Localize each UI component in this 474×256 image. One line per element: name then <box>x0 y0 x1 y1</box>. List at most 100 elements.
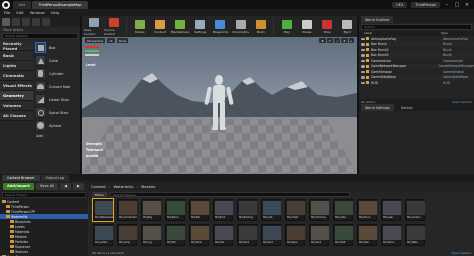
shape-cylinder[interactable]: Cylinder <box>35 67 80 80</box>
geometry-mode-icon[interactable] <box>42 17 50 26</box>
content-view-options[interactable]: View Options <box>451 251 471 255</box>
category-geometry[interactable]: Geometry <box>0 91 33 101</box>
shape-sphere[interactable]: Sphere <box>35 119 80 132</box>
visibility-eye-icon[interactable] <box>361 70 365 73</box>
asset-tile[interactable]: SM_Building <box>237 199 257 221</box>
category-visual-effects[interactable]: Visual Effects <box>0 81 33 91</box>
shape-add[interactable]: Add <box>35 132 80 140</box>
visibility-eye-icon[interactable] <box>361 65 365 68</box>
crumb-watermills[interactable]: Watermills <box>113 184 133 189</box>
shape-linear-stair[interactable]: Linear Stair <box>35 93 80 106</box>
tab-level[interactable]: ThirdPersonExampleMap <box>32 0 88 9</box>
category-cinematic[interactable]: Cinematic <box>0 71 33 81</box>
visibility-eye-icon[interactable] <box>361 76 365 79</box>
visibility-eye-icon[interactable] <box>361 43 365 46</box>
foliage-mode-icon[interactable] <box>32 17 40 26</box>
crumb-meshes[interactable]: Meshes <box>141 184 155 189</box>
asset-tile[interactable]: SM_Bell <box>189 199 209 221</box>
asset-tile[interactable]: SM_Lamp <box>117 224 137 246</box>
category-lights[interactable]: Lights <box>0 61 33 71</box>
asset-tile[interactable]: SM_Sack <box>309 224 329 246</box>
settings-button[interactable]: Settings <box>191 16 210 37</box>
tab-details[interactable]: Details <box>397 106 417 110</box>
col-type[interactable]: Type <box>441 31 448 36</box>
rotate-icon[interactable]: ⟳ <box>326 38 333 43</box>
asset-tile[interactable]: SM_Rope <box>285 224 305 246</box>
shape-cone[interactable]: Cone <box>35 54 80 67</box>
visibility-eye-icon[interactable] <box>361 54 365 57</box>
translate-icon[interactable]: ✥ <box>319 38 326 43</box>
shape-curved-stair[interactable]: Curved Stair <box>35 80 80 93</box>
save-all-button[interactable]: Save All <box>35 182 59 190</box>
close-icon[interactable]: × <box>464 2 470 8</box>
asset-tile[interactable]: SM_Chest <box>285 199 305 221</box>
shape-spiral-stair[interactable]: Spiral Stair <box>35 106 80 119</box>
source-control-button[interactable]: Source Control <box>104 16 123 37</box>
place-mode-icon[interactable] <box>2 17 10 26</box>
asset-tile[interactable]: SM_Chimney <box>309 199 329 221</box>
folder-search-input[interactable]: Search Folders <box>2 192 86 198</box>
tab-world-outliner[interactable]: World Outliner <box>361 16 394 23</box>
save-current-button[interactable]: Save Current <box>84 16 103 37</box>
pause-button[interactable]: Pause <box>297 16 316 37</box>
asset-tile[interactable]: SM_Table <box>405 224 425 246</box>
outliner-row[interactable]: AtmosphericFog AtmosphericFog <box>359 36 474 42</box>
asset-tile[interactable]: SM_Ladder <box>93 224 113 246</box>
landscape-mode-icon[interactable] <box>22 17 30 26</box>
asset-tile[interactable]: SM_Mill <box>165 224 185 246</box>
asset-search-input[interactable]: Search Meshes <box>110 192 350 197</box>
tab-world-settings[interactable]: World Settings <box>361 104 394 111</box>
outliner-row[interactable]: GameSession GameSession <box>359 69 474 75</box>
forward-icon[interactable]: ▶ <box>73 182 84 190</box>
asset-tile[interactable]: SM_Stone <box>381 224 401 246</box>
outliner-row[interactable]: CameraActor CameraActor <box>359 58 474 64</box>
menu-file[interactable]: File <box>4 10 10 15</box>
crumb-content[interactable]: Content <box>91 184 106 189</box>
asset-tile[interactable]: SM_Architecture <box>117 199 137 221</box>
eject-button[interactable]: Eject <box>338 16 357 37</box>
asset-tile[interactable]: SM_Bag <box>141 199 161 221</box>
outliner-search-input[interactable]: Search... <box>361 24 472 30</box>
visibility-eye-icon[interactable] <box>361 81 365 84</box>
asset-tile[interactable]: SM_Shelf <box>333 224 353 246</box>
asset-tile[interactable]: SM_Plank <box>189 224 209 246</box>
tab-project[interactable]: Unr <box>13 0 32 9</box>
lit-button[interactable]: Lit <box>107 38 115 43</box>
category-basic[interactable]: Basic <box>0 51 33 61</box>
menu-window[interactable]: Window <box>30 10 45 15</box>
modes-button[interactable]: Modes <box>130 16 149 37</box>
menu-edit[interactable]: Edit <box>16 10 23 15</box>
category-volumes[interactable]: Volumes <box>0 101 33 111</box>
outliner-row[interactable]: GameNetworkManager GameNetworkManager <box>359 63 474 69</box>
minimize-icon[interactable]: – <box>444 2 450 8</box>
maximize-icon[interactable]: □ <box>454 2 460 8</box>
add-import-button[interactable]: Add/Import <box>3 182 34 190</box>
scale-icon[interactable]: ⤢ <box>334 38 341 43</box>
col-label[interactable]: Label <box>359 31 441 36</box>
play-button[interactable]: Play <box>277 16 296 37</box>
category-recently-placed[interactable]: Recently Placed <box>0 41 33 51</box>
stop-button[interactable]: Stop <box>318 16 337 37</box>
asset-tile[interactable]: SM_Rock <box>237 224 257 246</box>
cinematics-button[interactable]: Cinematics <box>231 16 250 37</box>
asset-tile[interactable]: SM_Brick <box>213 199 233 221</box>
visibility-eye-icon[interactable] <box>361 59 365 62</box>
asset-tile[interactable]: SM_Barrel <box>165 199 185 221</box>
asset-tile[interactable]: SM_Waterwheel <box>92 198 114 222</box>
asset-tile[interactable]: SM_Lantern <box>405 199 425 221</box>
category-all-classes[interactable]: All Classes <box>0 111 33 121</box>
asset-tile[interactable]: SM_Roof <box>261 224 281 246</box>
content-button[interactable]: Content <box>150 16 169 37</box>
outliner-row[interactable]: GameStateBase GameStateBase <box>359 74 474 80</box>
filters-button[interactable]: Filters <box>92 192 107 197</box>
asset-tile[interactable]: SM_Cart <box>261 199 281 221</box>
asset-tile[interactable]: SM_Pole <box>213 224 233 246</box>
class-search-input[interactable]: Search Classes <box>2 33 78 39</box>
paint-mode-icon[interactable] <box>12 17 20 26</box>
grid-snap-icon[interactable]: # <box>341 38 348 43</box>
asset-tile[interactable]: SM_Gear <box>381 199 401 221</box>
marketplace-button[interactable]: Marketplace <box>171 16 190 37</box>
shape-box[interactable]: Box <box>35 41 80 54</box>
visibility-eye-icon[interactable] <box>361 37 365 40</box>
menu-help[interactable]: Help <box>51 10 60 15</box>
